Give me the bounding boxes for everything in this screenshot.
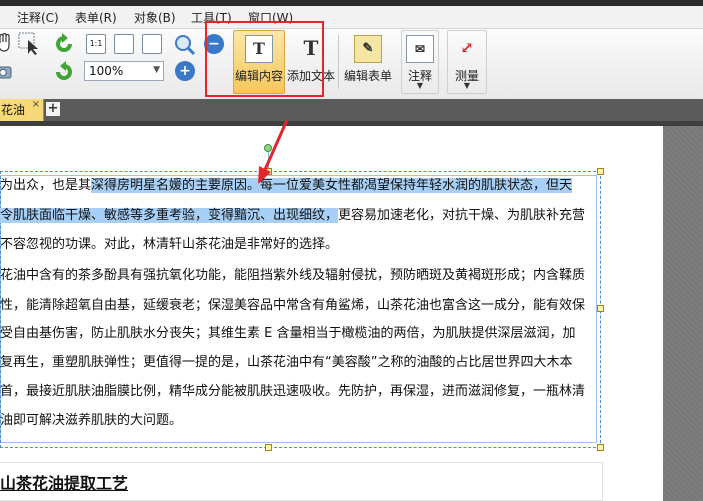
- document-line: 复再生，重塑肌肤弹性；更值得一提的是，山茶花油中有“美容酸”之称的油酸的占比居世…: [0, 353, 572, 373]
- chevron-down-icon: ▼: [416, 81, 424, 90]
- line-text: 复再生，重塑肌肤弹性；更值得一提的是，山茶花油中有“美容酸”之称的油酸的占比居世…: [0, 355, 573, 370]
- document-line: 为出众，也是其深得房明星名媛的主要原因。每一位爱美女性都渴望保持年轻水润的肌肤状…: [0, 176, 573, 196]
- line-text: 受自由基伤害，防止肌肤水分丧失；其维生素 E 含量相当于橄榄油的两倍，为肌肤提供…: [0, 326, 576, 341]
- rotate-left-icon[interactable]: [52, 32, 76, 56]
- document-line: 首，最接近肌肤油脂膜比例，精华成分能被肌肤迅速吸收。先防护，再保湿，进而滋润修复…: [0, 382, 585, 402]
- document-line: 不容忽视的功课。对此，林清轩山茶花油是非常好的选择。: [0, 235, 338, 255]
- measure-button[interactable]: ⤢ 测量 ▼: [447, 30, 487, 94]
- edit-form-label: 编辑表单: [343, 69, 392, 83]
- document-line: 受自由基伤害，防止肌肤水分丧失；其维生素 E 含量相当于橄榄油的两倍，为肌肤提供…: [0, 324, 575, 344]
- document-line: 性，能清除超氧自由基，延缓衰老；保湿美容品中常含有角鲨烯，山茶花油也富含这一成分…: [0, 296, 585, 316]
- resize-handle-bottom-right[interactable]: [597, 444, 604, 451]
- line-text: 不容忽视的功课。对此，林清轩山茶花油是非常好的选择。: [0, 237, 339, 252]
- resize-handle-right[interactable]: [597, 305, 604, 312]
- chevron-down-icon: ▼: [463, 81, 471, 90]
- zoom-level-select[interactable]: 100% ▼: [84, 61, 164, 81]
- selected-text: 令肌肤面临干燥、敏感等多重考验，变得黯沉、出现细纹，: [0, 208, 339, 223]
- zoom-level-value: 100%: [89, 64, 124, 78]
- section-title: 山茶花油提取工艺: [0, 474, 129, 493]
- resize-handle-bottom[interactable]: [265, 444, 272, 451]
- document-line: 令肌肤面临干燥、敏感等多重考验，变得黯沉、出现细纹，更容易加速老化，对抗干燥、为…: [0, 206, 585, 226]
- resize-handle-top[interactable]: [265, 168, 272, 175]
- line-text: 为出众，也是其: [0, 178, 92, 193]
- rotate-right-icon[interactable]: [52, 60, 76, 84]
- zoom-region-icon[interactable]: [174, 34, 196, 56]
- chevron-down-icon: ▼: [153, 65, 160, 75]
- hand-tool-icon[interactable]: [0, 32, 14, 54]
- measure-icon: ⤢: [460, 38, 474, 57]
- line-text: 更容易加速老化，对抗干燥、为肌肤补充营: [338, 208, 586, 223]
- selected-text: 深得房明星名媛的主要原因。每一位爱美女性都渴望保持年轻水润的肌肤状态，但天: [91, 178, 573, 193]
- tab-document[interactable]: 花油 ×: [0, 99, 44, 121]
- menu-form[interactable]: 表单(R): [75, 9, 117, 26]
- toolbar-separator: [338, 35, 339, 89]
- zoom-in-icon[interactable]: +: [174, 60, 196, 82]
- page-background: [663, 126, 703, 501]
- menu-bar: 注释(C) 表单(R) 对象(B) 工具(T) 窗口(W): [0, 6, 703, 29]
- resize-handle-top-right[interactable]: [597, 168, 604, 175]
- document-tab-bar: 花油 × +: [0, 99, 703, 121]
- line-text: 油即可解决滋养肌肤的大问题。: [0, 413, 183, 428]
- edit-form-button[interactable]: ✎ 编辑表单: [342, 30, 394, 94]
- menu-object[interactable]: 对象(B): [134, 9, 176, 26]
- tab-document-label: 花油: [1, 103, 26, 117]
- annotation-highlight-box: [205, 21, 324, 97]
- annotate-icon: ✉: [406, 35, 434, 63]
- close-icon[interactable]: ×: [32, 94, 40, 116]
- line-text: 性，能清除超氧自由基，延缓衰老；保湿美容品中常含有角鲨烯，山茶花油也富含这一成分…: [0, 298, 586, 313]
- document-line: 花油中含有的茶多酚具有强抗氧化功能，能阻挡紫外线及辐射侵扰，预防晒斑及黄褐斑形成…: [0, 266, 585, 286]
- fit-width-icon[interactable]: [142, 34, 162, 54]
- actual-size-icon[interactable]: 1:1: [86, 34, 106, 54]
- document-line: 油即可解决滋养肌肤的大问题。: [0, 411, 182, 431]
- annotate-button[interactable]: ✉ 注释 ▼: [401, 30, 439, 94]
- edit-form-icon: ✎: [354, 35, 382, 63]
- snapshot-icon[interactable]: [0, 62, 12, 80]
- new-tab-button[interactable]: +: [46, 102, 60, 116]
- select-tool-icon[interactable]: [18, 32, 42, 56]
- menu-annotate[interactable]: 注释(C): [17, 9, 59, 26]
- line-text: 花油中含有的茶多酚具有强抗氧化功能，能阻挡紫外线及辐射侵扰，预防晒斑及黄褐斑形成…: [0, 268, 586, 283]
- fit-page-icon[interactable]: [114, 34, 134, 54]
- line-text: 首，最接近肌肤油脂膜比例，精华成分能被肌肤迅速吸收。先防护，再保湿，进而滋润修复…: [0, 384, 586, 399]
- rotate-handle[interactable]: [264, 144, 272, 152]
- toolbar: 1:1 100% ▼ − + T 编辑内容 T 添加文本 ✎ 编辑表单 ✉ 注释…: [0, 29, 703, 100]
